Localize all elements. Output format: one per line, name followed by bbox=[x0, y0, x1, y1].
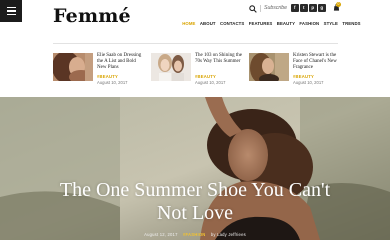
nav-item-trends[interactable]: TRENDS bbox=[340, 19, 363, 28]
nav-item-style[interactable]: STYLE bbox=[321, 19, 340, 28]
post-category-tag[interactable]: #BEAUTY bbox=[97, 74, 118, 79]
header-divider bbox=[260, 5, 261, 12]
nav-item-beauty[interactable]: BEAUTY bbox=[275, 19, 298, 28]
post-thumbnail-image[interactable] bbox=[249, 53, 289, 81]
hero-slide[interactable]: The One Summer Shoe You Can't Not Love A… bbox=[0, 97, 390, 240]
subscribe-link[interactable]: Subscribe bbox=[264, 4, 287, 13]
hero-meta: August 12, 2017 #FASHION by Lady Jeffrie… bbox=[0, 232, 390, 237]
hero-date: August 12, 2017 bbox=[144, 232, 178, 237]
facebook-icon[interactable]: f bbox=[291, 4, 299, 12]
nav-item-contacts[interactable]: CONTACTS bbox=[218, 19, 247, 28]
hero-author[interactable]: by Lady Jeffriees bbox=[211, 232, 246, 237]
hamburger-line bbox=[6, 7, 16, 9]
hamburger-menu-button[interactable] bbox=[0, 0, 22, 22]
post-thumbnail-image[interactable] bbox=[151, 53, 191, 81]
post-category-tag[interactable]: #BEAUTY bbox=[293, 74, 314, 79]
search-icon[interactable] bbox=[249, 5, 257, 13]
hero-title-line: The One Summer Shoe You Can't bbox=[59, 179, 331, 201]
post-thumbnail-image[interactable] bbox=[53, 53, 93, 81]
nav-item-about[interactable]: ABOUT bbox=[198, 19, 218, 28]
social-links: f t p g bbox=[291, 4, 326, 12]
hamburger-line bbox=[6, 10, 16, 12]
twitter-icon[interactable]: t bbox=[300, 4, 308, 12]
hero-category-tag[interactable]: #FASHION bbox=[183, 232, 206, 237]
post-category-tag[interactable]: #BEAUTY bbox=[195, 74, 216, 79]
featured-post-card[interactable]: Elie Saab on Dressing the A List and Bol… bbox=[53, 53, 143, 91]
hamburger-line bbox=[6, 13, 16, 15]
post-date: August 10, 2017 bbox=[195, 80, 226, 85]
nav-item-fashion[interactable]: FASHION bbox=[297, 19, 321, 28]
nav-item-home[interactable]: HOME bbox=[180, 19, 198, 28]
post-date: August 10, 2017 bbox=[293, 80, 324, 85]
nav-item-features[interactable]: FEATURES bbox=[247, 19, 275, 28]
featured-post-card[interactable]: The 103 on Shining the 70s Way This Summ… bbox=[151, 53, 243, 91]
post-title[interactable]: Kristen Stewart is the Face of Chanel's … bbox=[293, 53, 341, 71]
site-logo[interactable]: Femmé bbox=[53, 7, 131, 26]
post-title[interactable]: Elie Saab on Dressing the A List and Bol… bbox=[97, 53, 145, 71]
hero-title[interactable]: The One Summer Shoe You Can't Not Love bbox=[0, 179, 390, 225]
cart-count-badge: 0 bbox=[336, 2, 341, 7]
post-title[interactable]: The 103 on Shining the 70s Way This Summ… bbox=[195, 53, 243, 65]
header-divider-line bbox=[53, 43, 338, 44]
main-nav: HOME ABOUT CONTACTS FEATURES BEAUTY FASH… bbox=[180, 19, 363, 28]
hero-title-line: Not Love bbox=[156, 202, 234, 224]
pinterest-icon[interactable]: p bbox=[309, 4, 317, 12]
post-date: August 10, 2017 bbox=[97, 80, 128, 85]
google-plus-icon[interactable]: g bbox=[318, 4, 326, 12]
featured-post-card[interactable]: Kristen Stewart is the Face of Chanel's … bbox=[249, 53, 339, 91]
